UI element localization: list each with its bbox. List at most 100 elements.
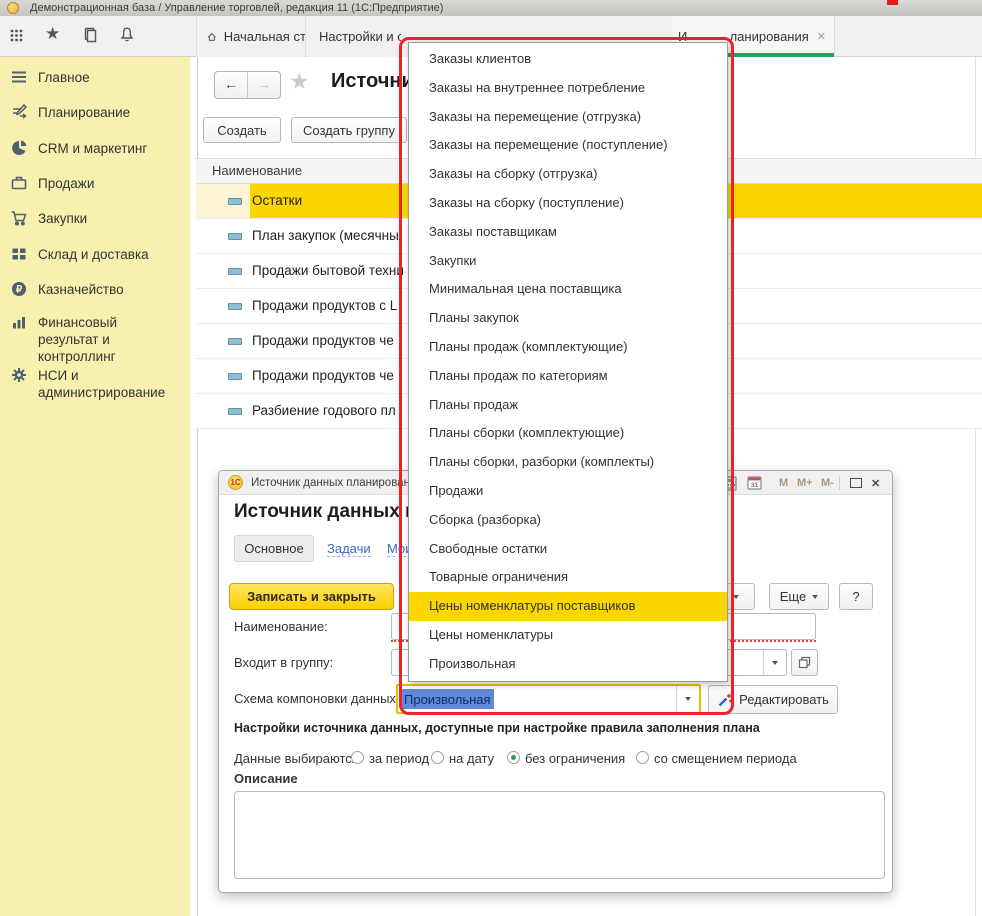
callout-fragment — [887, 0, 898, 5]
dropdown-item[interactable]: Заказы на внутреннее потребление — [409, 74, 727, 103]
list-element-icon — [228, 233, 242, 240]
notifications-bell-icon[interactable] — [119, 26, 135, 48]
calendar-icon[interactable]: 31 — [747, 471, 762, 495]
radio-no-limit[interactable] — [507, 751, 520, 764]
dropdown-item-highlighted[interactable]: Цены номенклатуры поставщиков — [409, 592, 727, 621]
description-textarea[interactable] — [234, 791, 885, 879]
dropdown-item[interactable]: Заказы клиентов — [409, 45, 727, 74]
cart-icon — [10, 209, 28, 227]
create-group-button[interactable]: Создать группу — [291, 117, 407, 143]
schema-field-label: Схема компоновки данных: — [234, 691, 400, 706]
dialog-tab-main[interactable]: Основное — [234, 535, 314, 562]
group-open-button[interactable] — [791, 649, 818, 676]
dropdown-item[interactable]: Заказы на сборку (отгрузка) — [409, 160, 727, 189]
create-button[interactable]: Создать — [203, 117, 281, 143]
sidebar-item-treasury[interactable]: ₽ Казначейство — [10, 281, 182, 298]
schema-combo[interactable]: Произвольная — [396, 684, 701, 714]
1c-logo-icon: 1С — [228, 475, 243, 490]
group-field-label: Входит в группу: — [234, 655, 333, 670]
pie-chart-icon — [10, 139, 28, 157]
sidebar-item-planning[interactable]: Планирование — [10, 104, 182, 121]
name-field-label: Наименование: — [234, 619, 328, 634]
tab-sources-close-icon[interactable]: ✕ — [817, 30, 826, 43]
favorites-star-icon[interactable]: ★ — [45, 24, 60, 44]
dropdown-item[interactable]: Произвольная — [409, 650, 727, 679]
dropdown-item[interactable]: Заказы на сборку (поступление) — [409, 189, 727, 218]
dropdown-item[interactable]: Заказы на перемещение (поступление) — [409, 131, 727, 160]
gear-icon — [10, 366, 28, 384]
sidebar-item-main[interactable]: Главное — [10, 69, 182, 86]
data-select-label: Данные выбираются: — [234, 751, 362, 766]
dropdown-item[interactable]: Планы закупок — [409, 304, 727, 333]
schema-dropdown-list: Заказы клиентов Заказы на внутреннее пот… — [408, 42, 728, 682]
apps-menu-icon[interactable] — [9, 28, 24, 48]
memory-minus-button[interactable]: M- — [821, 471, 834, 495]
dropdown-item[interactable]: Продажи — [409, 477, 727, 506]
dropdown-item[interactable]: Планы продаж по категориям — [409, 362, 727, 391]
dropdown-item[interactable]: Планы сборки (комплектующие) — [409, 419, 727, 448]
dropdown-item[interactable]: Товарные ограничения — [409, 563, 727, 592]
nav-history-buttons: ← → — [214, 71, 281, 99]
dropdown-item[interactable]: Закупки — [409, 247, 727, 276]
open-icon — [798, 656, 811, 669]
dropdown-item[interactable]: Минимальная цена поставщика — [409, 275, 727, 304]
sidebar-item-crm[interactable]: CRM и маркетинг — [10, 140, 182, 157]
app-window: Демонстрационная база / Управление торго… — [0, 0, 982, 916]
help-button[interactable]: ? — [839, 583, 873, 610]
radio-period[interactable] — [351, 751, 364, 764]
list-element-icon — [228, 268, 242, 275]
svg-text:31: 31 — [751, 482, 759, 489]
ruble-coin-icon: ₽ — [10, 280, 28, 298]
dropdown-item[interactable]: Планы продаж — [409, 391, 727, 420]
sidebar-item-sales[interactable]: Продажи — [10, 175, 182, 192]
description-label: Описание — [234, 771, 298, 786]
list-element-icon — [228, 338, 242, 345]
list-element-icon — [228, 198, 242, 205]
svg-text:₽: ₽ — [16, 285, 23, 296]
tab-home-label: Начальная страница — [224, 29, 305, 44]
sidebar-item-purchases[interactable]: Закупки — [10, 210, 182, 227]
maximize-icon[interactable] — [850, 471, 862, 495]
edit-schema-button[interactable]: Редактировать — [708, 685, 838, 714]
dialog-tab-tasks[interactable]: Задачи — [327, 541, 371, 557]
tab-sources-label-end: ланирования — [730, 29, 809, 44]
dropdown-item[interactable]: Планы сборки, разборки (комплекты) — [409, 448, 727, 477]
schema-selected-value: Произвольная — [401, 689, 494, 709]
sidebar-item-warehouse[interactable]: Склад и доставка — [10, 246, 182, 263]
list-element-icon — [228, 408, 242, 415]
app-logo-icon — [7, 2, 19, 14]
dropdown-item[interactable]: Свободные остатки — [409, 535, 727, 564]
dropdown-item[interactable]: Цены номенклатуры — [409, 621, 727, 650]
favorite-star-icon[interactable]: ★ — [289, 68, 310, 95]
menu-icon — [10, 68, 28, 86]
bar-chart-icon — [10, 313, 28, 331]
group-dropdown-arrow-icon[interactable] — [763, 650, 786, 675]
history-clipboard-icon[interactable] — [83, 27, 98, 48]
memory-button[interactable]: M — [779, 471, 788, 495]
memory-plus-button[interactable]: M+ — [797, 471, 813, 495]
window-title: Демонстрационная база / Управление торго… — [30, 2, 443, 14]
dropdown-item[interactable]: Заказы на перемещение (отгрузка) — [409, 103, 727, 132]
save-and-close-button[interactable]: Записать и закрыть — [229, 583, 394, 610]
schema-dropdown-arrow-icon[interactable] — [676, 686, 699, 712]
magic-wand-icon — [717, 692, 733, 708]
list-element-icon — [228, 303, 242, 310]
briefcase-icon — [10, 174, 28, 192]
more-button[interactable]: Еще — [769, 583, 829, 610]
tab-settings-label: Настройки и сп — [319, 29, 401, 44]
boxes-icon — [10, 245, 28, 263]
dropdown-item[interactable]: Заказы поставщикам — [409, 218, 727, 247]
dropdown-item[interactable]: Планы продаж (комплектующие) — [409, 333, 727, 362]
sidebar-item-admin[interactable]: НСИ и администрирование — [10, 367, 182, 401]
settings-section-heading: Настройки источника данных, доступные пр… — [234, 721, 760, 735]
close-icon[interactable]: ✕ — [871, 471, 880, 495]
radio-period-shift[interactable] — [636, 751, 649, 764]
tab-home[interactable]: Начальная страница — [196, 16, 306, 57]
forward-button[interactable]: → — [248, 72, 280, 98]
dropdown-item[interactable]: Сборка (разборка) — [409, 506, 727, 535]
dialog-window-title: Источник данных планирования: — [251, 471, 426, 495]
sidebar-item-finance[interactable]: Финансовый результат и контроллинг — [10, 314, 182, 365]
back-button[interactable]: ← — [215, 72, 248, 98]
window-titlebar: Демонстрационная база / Управление торго… — [0, 0, 982, 16]
radio-date[interactable] — [431, 751, 444, 764]
